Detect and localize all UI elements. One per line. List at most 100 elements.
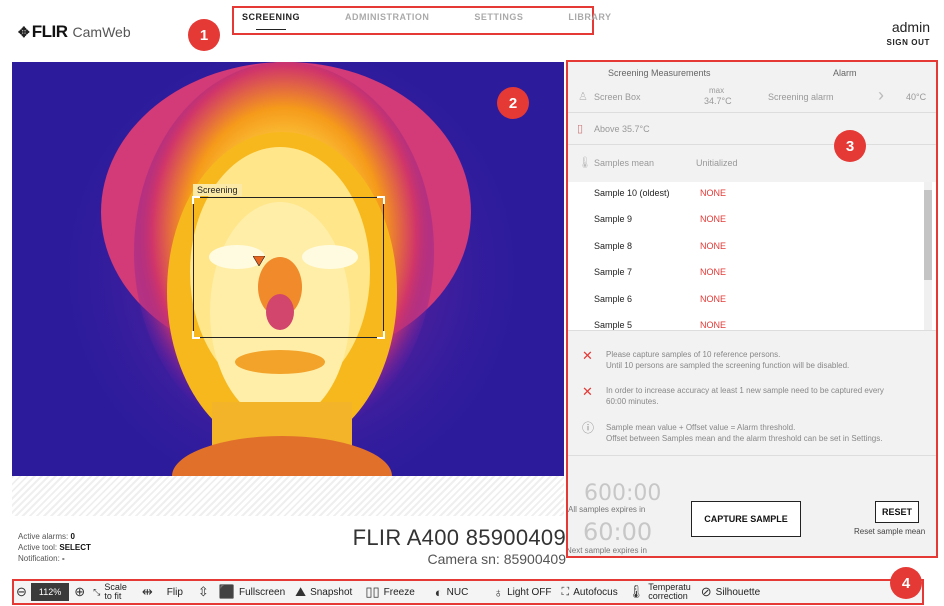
zoom-in-button[interactable]: ⊕ bbox=[71, 581, 88, 603]
lightbulb-icon: ♁ bbox=[493, 584, 504, 600]
all-samples-timer: 600:00 bbox=[584, 481, 662, 506]
light-button[interactable]: ♁ Light OFF bbox=[488, 581, 556, 603]
above-row: ▯ Above 35.7°C bbox=[568, 113, 936, 145]
flip-vertical-icon: ⇳ bbox=[197, 584, 209, 599]
autofocus-button[interactable]: ⛶ Autofocus bbox=[557, 581, 623, 603]
next-sample-timer-label: Next sample expires in bbox=[566, 546, 647, 555]
list-item[interactable]: Sample 9 NONE bbox=[594, 214, 726, 224]
note-line: Offset between Samples mean and the alar… bbox=[606, 434, 883, 443]
roi-handle[interactable] bbox=[377, 331, 385, 339]
annotation-badge-3: 3 bbox=[834, 130, 866, 162]
sample-label: Sample 7 bbox=[594, 267, 633, 277]
sign-out-link[interactable]: SIGN OUT bbox=[887, 38, 930, 47]
tab-settings[interactable]: SETTINGS bbox=[474, 12, 523, 22]
focus-icon: ⛶ bbox=[561, 585, 570, 598]
flip-button[interactable]: ⇹ Flip bbox=[132, 581, 193, 603]
scrollbar-thumb[interactable] bbox=[924, 190, 932, 280]
tab-library[interactable]: LIBRARY bbox=[568, 12, 611, 22]
fullscreen-label: Fullscreen bbox=[239, 586, 286, 598]
snapshot-label: Snapshot bbox=[310, 586, 353, 598]
tool-value: SELECT bbox=[59, 543, 91, 552]
screening-roi-box[interactable] bbox=[192, 196, 385, 339]
scale-to-fit-button[interactable]: ⤡ Scale to fit bbox=[88, 581, 132, 603]
note-line: Until 10 persons are sampled the screeni… bbox=[606, 361, 850, 370]
error-x-icon: ✕ bbox=[582, 384, 593, 399]
note-samples: ✕ Please capture samples of 10 reference… bbox=[578, 349, 926, 371]
freeze-label: Freeze bbox=[383, 586, 415, 598]
annotation-badge-2: 2 bbox=[497, 87, 529, 119]
flir-mark-icon: ✥ bbox=[18, 23, 30, 40]
max-label: max bbox=[709, 86, 725, 95]
error-x-icon: ✕ bbox=[582, 348, 593, 363]
camera-name: FLIR A400 85900409 bbox=[352, 525, 566, 550]
expand-icon: ⤡ bbox=[93, 586, 101, 597]
roi-handle[interactable] bbox=[192, 196, 200, 204]
screening-panel: Screening Measurements Alarm ♙ Screen Bo… bbox=[566, 60, 938, 558]
capture-sample-button[interactable]: CAPTURE SAMPLE bbox=[691, 501, 801, 537]
user-menu: admin SIGN OUT bbox=[887, 19, 930, 47]
list-item[interactable]: Sample 5 NONE bbox=[594, 320, 726, 330]
person-icon: ♙ bbox=[578, 91, 588, 103]
nuc-label: NUC bbox=[446, 586, 469, 598]
sample-value: NONE bbox=[700, 214, 727, 224]
bottom-toolbar: ⊖ 112% ⊕ ⤡ Scale to fit ⇹ Flip ⇳ ⬛ Fullscree… bbox=[12, 579, 924, 605]
chevron-right-icon[interactable]: › bbox=[878, 85, 884, 106]
note-line: Please capture samples of 10 reference p… bbox=[606, 350, 781, 359]
flip-vertical-button[interactable]: ⇳ bbox=[193, 581, 214, 603]
list-item[interactable]: Sample 6 NONE bbox=[594, 294, 726, 304]
fullscreen-button[interactable]: ⬛ Fullscreen bbox=[214, 581, 290, 603]
max-temp-marker-icon bbox=[253, 256, 265, 266]
zoom-out-icon: ⊖ bbox=[16, 584, 27, 599]
username: admin bbox=[891, 19, 930, 35]
all-samples-timer-label: All samples expires in bbox=[568, 505, 646, 514]
reset-button[interactable]: RESET bbox=[875, 501, 919, 523]
threshold-icon: ▯ bbox=[577, 123, 584, 135]
sample-label: Sample 10 (oldest) bbox=[594, 188, 670, 198]
notification-value: - bbox=[62, 554, 65, 563]
main-nav: SCREENING ADMINISTRATION SETTINGS LIBRAR… bbox=[232, 6, 611, 35]
roi-handle[interactable] bbox=[377, 196, 385, 204]
max-value: 34.7°C bbox=[704, 96, 732, 106]
flir-logo: ✥ FLIR CamWeb bbox=[18, 22, 131, 42]
silhouette-button[interactable]: ⊘ Silhouette bbox=[696, 581, 765, 603]
col-header-alarm: Alarm bbox=[833, 68, 857, 78]
next-sample-timer: 60:00 bbox=[583, 518, 653, 546]
zoom-out-button[interactable]: ⊖ bbox=[14, 581, 29, 603]
nuc-icon: ◐ bbox=[434, 584, 443, 600]
freeze-button[interactable]: ▯▯ Freeze bbox=[357, 581, 422, 603]
temp-label: correction bbox=[648, 591, 688, 601]
app-name: CamWeb bbox=[72, 24, 131, 40]
sample-value: NONE bbox=[700, 294, 727, 304]
notes-section: ✕ Please capture samples of 10 reference… bbox=[568, 330, 936, 456]
note-info: ⓘ Sample mean value + Offset value = Ala… bbox=[578, 422, 926, 444]
list-item[interactable]: Sample 10 (oldest) NONE bbox=[594, 188, 726, 198]
note-line: Sample mean value + Offset value = Alarm… bbox=[606, 423, 796, 432]
image-icon: ⛰ bbox=[295, 584, 307, 599]
tab-administration[interactable]: ADMINISTRATION bbox=[345, 12, 429, 22]
alarm-threshold-value: 40°C bbox=[906, 92, 927, 102]
nuc-button[interactable]: ◐ NUC bbox=[423, 581, 489, 603]
flip-label: Flip bbox=[166, 586, 183, 598]
tab-screening[interactable]: SCREENING bbox=[242, 12, 300, 30]
silhouette-label: Silhouette bbox=[715, 586, 761, 598]
tool-label: Active tool: bbox=[18, 543, 58, 552]
screening-alarm-label: Screening alarm bbox=[768, 92, 834, 102]
zoom-level[interactable]: 112% bbox=[30, 583, 70, 601]
video-footer-hatch bbox=[12, 476, 564, 516]
sample-value: NONE bbox=[700, 267, 727, 277]
temperature-correction-button[interactable]: 🌡 Temperatu correction bbox=[623, 581, 696, 603]
flip-horizontal-icon: ⇹ bbox=[141, 584, 153, 599]
roi-handle[interactable] bbox=[192, 331, 200, 339]
list-item[interactable]: Sample 7 NONE bbox=[594, 267, 726, 277]
screen-box-row[interactable]: ♙ Screen Box max 34.7°C Screening alarm … bbox=[568, 80, 936, 113]
snapshot-button[interactable]: ⛰ Snapshot bbox=[290, 581, 357, 603]
sample-value: NONE bbox=[700, 188, 727, 198]
samples-list[interactable]: Sample 10 (oldest) NONE Sample 9 NONE Samp… bbox=[568, 182, 936, 330]
list-item[interactable]: Sample 8 NONE bbox=[594, 241, 726, 251]
alarms-label: Active alarms: bbox=[18, 532, 69, 541]
alarms-value: 0 bbox=[70, 532, 75, 541]
scrollbar[interactable] bbox=[924, 182, 932, 330]
sample-value: NONE bbox=[700, 320, 727, 330]
screen-box-label: Screen Box bbox=[594, 92, 641, 102]
zoom-in-icon: ⊕ bbox=[74, 584, 86, 599]
